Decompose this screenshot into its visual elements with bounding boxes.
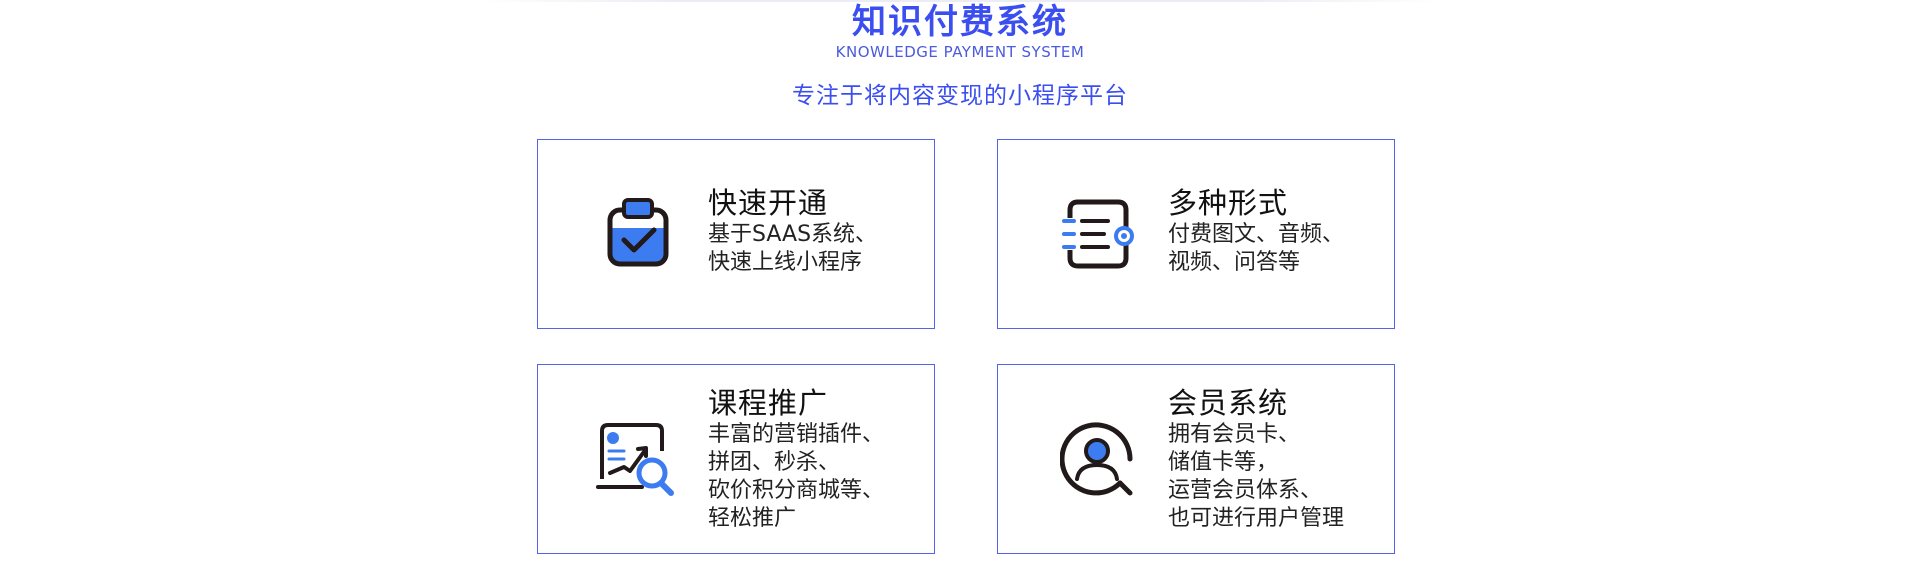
- page-title: 知识付费系统: [852, 2, 1068, 42]
- feature-card-quick-open: 快速开通 基于SAAS系统、 快速上线小程序: [537, 139, 935, 329]
- feature-desc-line: 拥有会员卡、: [1168, 422, 1301, 447]
- feature-desc-line: 基于SAAS系统、: [708, 222, 878, 247]
- list-location-icon: [1060, 196, 1136, 272]
- feature-desc-line: 储值卡等，: [1168, 450, 1279, 475]
- feature-title: 会员系统: [1168, 386, 1289, 420]
- feature-desc-line: 视频、问答等: [1168, 250, 1301, 275]
- feature-desc-line: 拼团、秒杀、: [708, 450, 841, 475]
- feature-desc-line: 轻松推广: [708, 506, 797, 531]
- feature-title: 快速开通: [708, 186, 829, 220]
- feature-desc-line: 快速上线小程序: [708, 250, 863, 275]
- feature-desc-line: 丰富的营销插件、: [708, 422, 885, 447]
- feature-desc-line: 砍价积分商城等、: [708, 478, 885, 503]
- page-subtitle-en: KNOWLEDGE PAYMENT SYSTEM: [835, 43, 1085, 61]
- page-tagline: 专注于将内容变现的小程序平台: [792, 83, 1128, 109]
- growth-analytics-icon: [596, 421, 674, 497]
- feature-card-membership: 会员系统 拥有会员卡、 储值卡等， 运营会员体系、 也可进行用户管理: [997, 364, 1395, 554]
- feature-card-multi-format: 多种形式 付费图文、音频、 视频、问答等: [997, 139, 1395, 329]
- feature-desc-line: 也可进行用户管理: [1168, 506, 1345, 531]
- clipboard-check-icon: [600, 196, 676, 272]
- feature-card-course-promotion: 课程推广 丰富的营销插件、 拼团、秒杀、 砍价积分商城等、 轻松推广: [537, 364, 935, 554]
- feature-desc-line: 付费图文、音频、: [1168, 222, 1345, 247]
- feature-desc-line: 运营会员体系、: [1168, 478, 1323, 503]
- member-user-icon: [1059, 421, 1136, 497]
- feature-title: 课程推广: [708, 386, 829, 420]
- feature-title: 多种形式: [1168, 186, 1289, 220]
